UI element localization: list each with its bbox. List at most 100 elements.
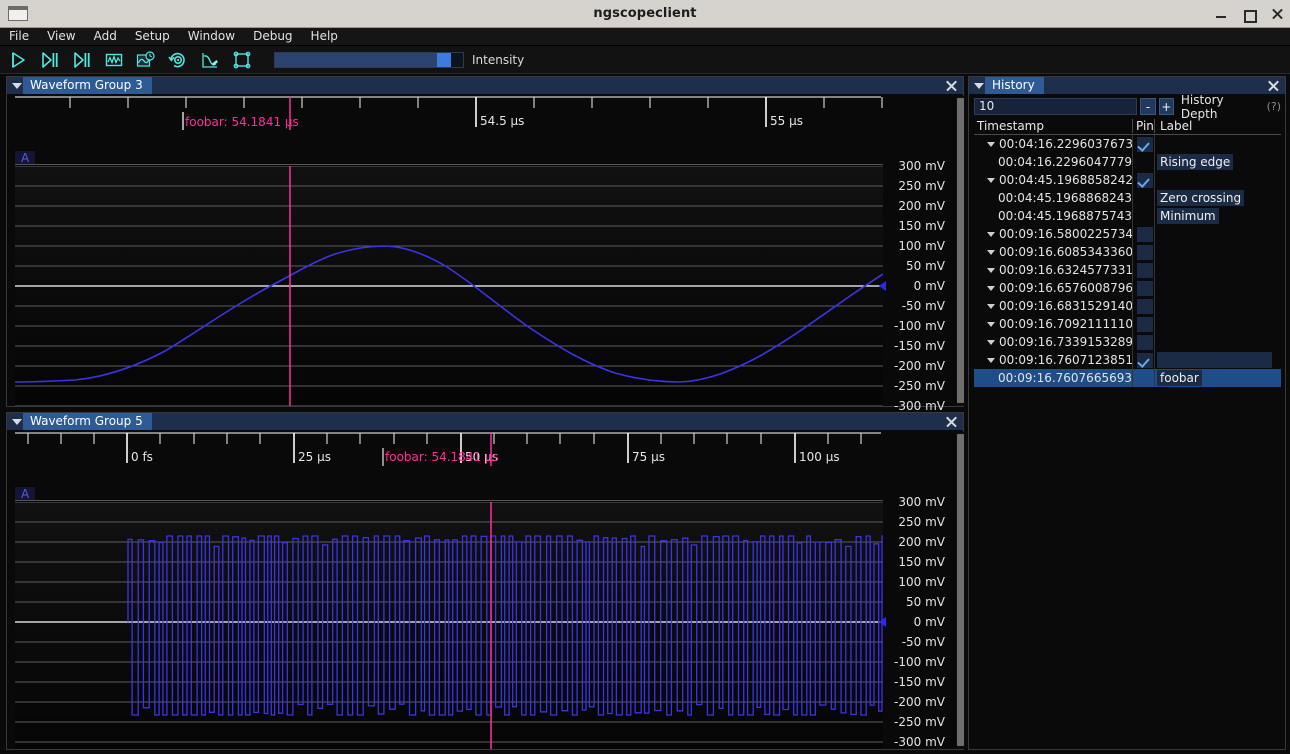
history-label-input[interactable]: Rising edge: [1157, 154, 1234, 170]
column-header-timestamp[interactable]: Timestamp: [974, 119, 1132, 133]
history-tab[interactable]: History: [985, 77, 1044, 94]
waveform-group-3-close-icon[interactable]: [945, 79, 958, 92]
maximize-icon[interactable]: [1242, 7, 1257, 23]
zero-level-marker-group5[interactable]: [879, 617, 886, 627]
stop-button[interactable]: [100, 48, 128, 72]
voltage-label: -50 mV: [901, 299, 945, 313]
history-depth-increment-button[interactable]: +: [1158, 98, 1174, 115]
history-row[interactable]: 00:04:16.2296047779 Rising edge: [974, 153, 1281, 171]
window-controls: [1214, 0, 1284, 28]
collapse-icon[interactable]: [10, 418, 23, 425]
voltage-label: 200 mV: [898, 199, 945, 213]
history-row[interactable]: 00:09:16.7607123851: [974, 351, 1281, 369]
pin-checkbox[interactable]: [1137, 136, 1153, 152]
waveform-group-3-plot[interactable]: [15, 166, 883, 406]
history-row[interactable]: 00:09:16.6576008796: [974, 279, 1281, 297]
expand-triangle-icon[interactable]: [987, 285, 995, 291]
channel-label-a[interactable]: A: [15, 151, 36, 165]
waveform-group-5-voltage-axis[interactable]: 300 mV 250 mV 200 mV 150 mV 100 mV 50 mV…: [887, 492, 951, 752]
expand-triangle-icon[interactable]: [987, 231, 995, 237]
history-row[interactable]: 00:09:16.5800225734: [974, 225, 1281, 243]
waveform-group-5-tab[interactable]: Waveform Group 5: [23, 413, 152, 430]
expand-triangle-icon[interactable]: [987, 321, 995, 327]
pin-checkbox[interactable]: [1137, 226, 1153, 242]
pin-checkbox[interactable]: [1137, 172, 1153, 188]
time-tick-label-25us: 25 µs: [298, 450, 331, 464]
pin-checkbox[interactable]: [1137, 244, 1153, 260]
column-header-pin[interactable]: Pin: [1132, 119, 1154, 133]
history-row[interactable]: 00:09:16.6831529140: [974, 297, 1281, 315]
expand-triangle-icon[interactable]: [987, 357, 995, 363]
pin-checkbox[interactable]: [1137, 280, 1153, 296]
run-button[interactable]: [4, 48, 32, 72]
close-icon[interactable]: [1270, 7, 1284, 21]
waveform-group-5-plot[interactable]: [15, 502, 883, 749]
waveform-group-5-scrollbar-thumb[interactable]: [957, 434, 964, 746]
history-row[interactable]: 00:09:16.6085343360: [974, 243, 1281, 261]
history-depth-input[interactable]: 10: [974, 98, 1138, 115]
zero-level-marker-group3[interactable]: [879, 281, 886, 291]
pin-checkbox[interactable]: [1137, 262, 1153, 278]
history-row-timestamp-cell: 00:09:16.6085343360: [974, 243, 1133, 261]
waveform-group-5-time-ruler[interactable]: 0 fs 25 µs 50 µs 75 µs 100 µs foobar: 54…: [15, 432, 883, 467]
waveform-group-3-time-ruler[interactable]: 54.5 µs 55 µs foobar: 54.1841 µs: [15, 96, 883, 131]
pin-checkbox[interactable]: [1137, 352, 1153, 368]
history-row[interactable]: 00:09:16.7339153289: [974, 333, 1281, 351]
pin-checkbox[interactable]: [1137, 298, 1153, 314]
intensity-label: Intensity: [472, 52, 525, 67]
history-label-input[interactable]: [1157, 352, 1272, 368]
expand-triangle-icon[interactable]: [987, 177, 995, 183]
history-button[interactable]: [132, 48, 160, 72]
history-timestamp: 00:04:45.1968875743: [997, 209, 1132, 223]
fullscreen-button[interactable]: [228, 48, 256, 72]
menu-item-debug[interactable]: Debug: [244, 28, 301, 45]
menu-item-file[interactable]: File: [0, 28, 38, 45]
menu-item-view[interactable]: View: [38, 28, 84, 45]
history-label-input[interactable]: foobar: [1157, 370, 1202, 386]
waveform-group-3-body: 54.5 µs 55 µs foobar: 54.1841 µs A 300 m…: [7, 94, 965, 413]
history-row[interactable]: 00:09:16.6324577331: [974, 261, 1281, 279]
expand-triangle-icon[interactable]: [987, 339, 995, 345]
expand-triangle-icon[interactable]: [987, 267, 995, 273]
column-header-label[interactable]: Label: [1154, 119, 1281, 133]
waveform-group-3-voltage-axis[interactable]: 300 mV 250 mV 200 mV 150 mV 100 mV 50 mV…: [887, 156, 951, 416]
collapse-icon[interactable]: [10, 82, 23, 89]
single-trigger-button[interactable]: [36, 48, 64, 72]
minimize-icon[interactable]: [1214, 7, 1228, 21]
history-row[interactable]: 00:04:16.2296037673: [974, 135, 1281, 153]
history-row-timestamp-cell: 00:09:16.7607123851: [974, 351, 1134, 369]
menu-item-setup[interactable]: Setup: [126, 28, 179, 45]
waveform-group-3-tab[interactable]: Waveform Group 3: [23, 77, 152, 94]
history-row[interactable]: 00:09:16.7607665693 foobar: [974, 369, 1281, 387]
pin-checkbox[interactable]: [1137, 334, 1153, 350]
menu-item-add[interactable]: Add: [85, 28, 126, 45]
channel-label-a[interactable]: A: [15, 487, 36, 501]
history-row-timestamp-cell: 00:04:45.1968868243: [974, 189, 1132, 207]
force-trigger-button[interactable]: [68, 48, 96, 72]
history-row[interactable]: 00:09:16.7092111110: [974, 315, 1281, 333]
collapse-icon[interactable]: [972, 82, 985, 89]
help-icon[interactable]: (?): [1267, 100, 1281, 113]
refresh-settings-button[interactable]: [164, 48, 192, 72]
history-label-input[interactable]: Minimum: [1157, 208, 1219, 224]
intensity-slider[interactable]: [274, 51, 464, 68]
menu-item-window[interactable]: Window: [179, 28, 244, 45]
history-label-input[interactable]: Zero crossing: [1157, 190, 1245, 206]
menu-item-help[interactable]: Help: [302, 28, 347, 45]
history-timestamp: 00:09:16.7607123851: [999, 353, 1134, 367]
waveform-group-5-close-icon[interactable]: [945, 415, 958, 428]
expand-triangle-icon[interactable]: [987, 141, 995, 147]
measurement-button[interactable]: [196, 48, 224, 72]
menu-bar: File View Add Setup Window Debug Help: [0, 28, 1290, 46]
history-row[interactable]: 00:04:45.1968868243 Zero crossing: [974, 189, 1281, 207]
pin-checkbox[interactable]: [1137, 316, 1153, 332]
history-close-icon[interactable]: [1267, 79, 1280, 92]
channel-underline: [15, 500, 883, 501]
history-depth-decrement-button[interactable]: -: [1140, 98, 1156, 115]
expand-triangle-icon[interactable]: [987, 303, 995, 309]
history-row[interactable]: 00:04:45.1968875743 Minimum: [974, 207, 1281, 225]
intensity-slider-knob[interactable]: [436, 52, 451, 67]
expand-triangle-icon[interactable]: [987, 249, 995, 255]
history-row[interactable]: 00:04:45.1968858242: [974, 171, 1281, 189]
waveform-group-3-scrollbar-thumb[interactable]: [957, 98, 964, 403]
